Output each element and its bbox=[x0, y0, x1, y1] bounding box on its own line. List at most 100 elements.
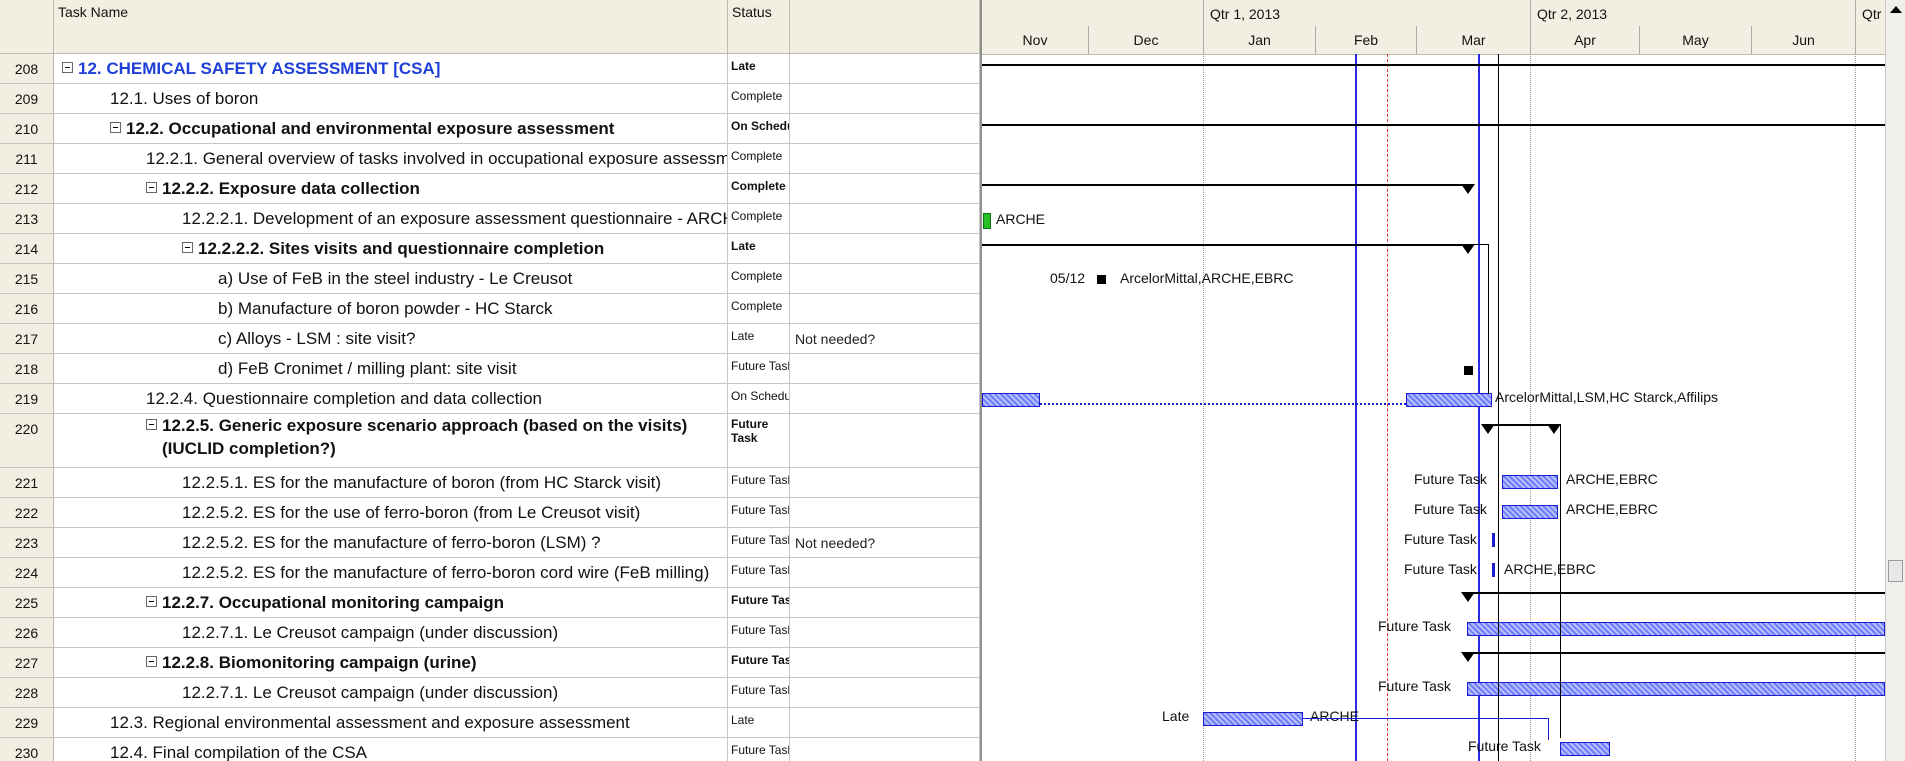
status-cell[interactable]: Late bbox=[728, 324, 790, 354]
task-name-cell[interactable]: 12.2.4. Questionnaire completion and dat… bbox=[54, 384, 728, 414]
summary-bar-214[interactable] bbox=[982, 244, 1466, 246]
status-cell[interactable]: Late bbox=[728, 54, 790, 84]
task-bar-230[interactable] bbox=[1560, 742, 1610, 756]
row-id[interactable]: 227 bbox=[0, 648, 54, 678]
table-row[interactable]: 213 12.2.2.1. Development of an exposure … bbox=[0, 204, 980, 234]
task-name-cell[interactable]: 12.2.1. General overview of tasks involv… bbox=[54, 144, 728, 174]
row-id[interactable]: 209 bbox=[0, 84, 54, 114]
notes-cell[interactable] bbox=[790, 618, 980, 648]
table-row[interactable]: 221 12.2.5.1. ES for the manufacture of b… bbox=[0, 468, 980, 498]
row-id[interactable]: 224 bbox=[0, 558, 54, 588]
status-cell[interactable]: Future Task bbox=[728, 618, 790, 648]
task-name-cell[interactable]: 12.1. Uses of boron bbox=[54, 84, 728, 114]
status-cell[interactable]: Future Task bbox=[728, 738, 790, 761]
notes-cell[interactable] bbox=[790, 588, 980, 618]
task-name-cell[interactable]: 12.2.7.1. Le Creusot campaign (under dis… bbox=[54, 678, 728, 708]
status-cell[interactable]: Complete bbox=[728, 294, 790, 324]
status-cell[interactable]: Late bbox=[728, 234, 790, 264]
task-bar-228[interactable] bbox=[1467, 682, 1885, 696]
row-id[interactable]: 208 bbox=[0, 54, 54, 84]
table-row[interactable]: 210 12.2. Occupational and environmental … bbox=[0, 114, 980, 144]
table-row[interactable]: 212 12.2.2. Exposure data collection Compl… bbox=[0, 174, 980, 204]
row-id[interactable]: 225 bbox=[0, 588, 54, 618]
row-id[interactable]: 229 bbox=[0, 708, 54, 738]
row-id[interactable]: 215 bbox=[0, 264, 54, 294]
task-bar-226[interactable] bbox=[1467, 622, 1885, 636]
table-row[interactable]: 225 12.2.7. Occupational monitoring campa… bbox=[0, 588, 980, 618]
notes-cell[interactable] bbox=[790, 294, 980, 324]
task-name-cell[interactable]: 12.2.5.2. ES for the use of ferro-boron … bbox=[54, 498, 728, 528]
row-id[interactable]: 218 bbox=[0, 354, 54, 384]
task-name-cell[interactable]: 12.2.2. Exposure data collection bbox=[54, 174, 728, 204]
task-name-cell[interactable]: a) Use of FeB in the steel industry - Le… bbox=[54, 264, 728, 294]
milestone-218[interactable] bbox=[1464, 366, 1473, 375]
task-bar-221[interactable] bbox=[1502, 475, 1558, 489]
notes-cell[interactable] bbox=[790, 204, 980, 234]
notes-cell[interactable] bbox=[790, 174, 980, 204]
table-row[interactable]: 228 12.2.7.1. Le Creusot campaign (under … bbox=[0, 678, 980, 708]
table-row[interactable]: 229 12.3. Regional environmental assessme… bbox=[0, 708, 980, 738]
notes-cell[interactable] bbox=[790, 84, 980, 114]
collapse-icon[interactable] bbox=[146, 656, 157, 668]
table-row[interactable]: 226 12.2.7.1. Le Creusot campaign (under … bbox=[0, 618, 980, 648]
collapse-icon[interactable] bbox=[146, 419, 157, 431]
notes-cell[interactable] bbox=[790, 234, 980, 264]
status-cell[interactable]: Future Task bbox=[728, 558, 790, 588]
task-bar-224[interactable] bbox=[1492, 563, 1495, 577]
status-cell[interactable]: Late bbox=[728, 708, 790, 738]
notes-cell[interactable] bbox=[790, 498, 980, 528]
status-cell[interactable]: Future Task bbox=[728, 498, 790, 528]
row-id[interactable]: 217 bbox=[0, 324, 54, 354]
summary-bar-212[interactable] bbox=[982, 184, 1466, 186]
status-cell[interactable]: Future Task bbox=[728, 588, 790, 618]
row-id[interactable]: 226 bbox=[0, 618, 54, 648]
collapse-icon[interactable] bbox=[146, 596, 157, 608]
notes-cell[interactable] bbox=[790, 708, 980, 738]
status-cell[interactable]: Future Task bbox=[728, 678, 790, 708]
collapse-icon[interactable] bbox=[146, 182, 157, 194]
row-id[interactable]: 230 bbox=[0, 738, 54, 761]
task-bar-229[interactable] bbox=[1203, 712, 1303, 726]
status-cell[interactable]: Complete bbox=[728, 264, 790, 294]
task-bar-223[interactable] bbox=[1492, 533, 1495, 547]
task-name-cell[interactable]: 12.4. Final compilation of the CSA bbox=[54, 738, 728, 761]
table-row[interactable]: 218 d) FeB Cronimet / milling plant: site… bbox=[0, 354, 980, 384]
table-row[interactable]: 208 12. CHEMICAL SAFETY ASSESSMENT [CSA] L… bbox=[0, 54, 980, 84]
task-name-header[interactable]: Task Name bbox=[54, 0, 728, 54]
row-id-header[interactable] bbox=[0, 0, 54, 54]
status-cell[interactable]: Future Task bbox=[728, 648, 790, 678]
status-cell[interactable]: Complete bbox=[728, 174, 790, 204]
notes-cell[interactable]: Not needed? bbox=[790, 324, 980, 354]
status-cell[interactable]: Complete bbox=[728, 144, 790, 174]
row-id[interactable]: 223 bbox=[0, 528, 54, 558]
notes-cell[interactable] bbox=[790, 114, 980, 144]
collapse-icon[interactable] bbox=[62, 62, 73, 74]
row-id[interactable]: 210 bbox=[0, 114, 54, 144]
status-cell[interactable]: Future Task bbox=[728, 414, 790, 468]
row-id[interactable]: 219 bbox=[0, 384, 54, 414]
notes-cell[interactable]: Not needed? bbox=[790, 528, 980, 558]
extra-column-header[interactable] bbox=[790, 0, 980, 54]
table-row[interactable]: 230 12.4. Final compilation of the CSA Fut… bbox=[0, 738, 980, 761]
notes-cell[interactable] bbox=[790, 144, 980, 174]
status-header[interactable]: Status bbox=[728, 0, 790, 54]
task-name-cell[interactable]: 12.2.2.1. Development of an exposure ass… bbox=[54, 204, 728, 234]
summary-bar-227[interactable] bbox=[1466, 652, 1885, 654]
task-name-cell[interactable]: 12.2.2.2. Sites visits and questionnaire… bbox=[54, 234, 728, 264]
scroll-up-icon[interactable] bbox=[1890, 6, 1902, 13]
task-name-cell[interactable]: 12.2.5.1. ES for the manufacture of boro… bbox=[54, 468, 728, 498]
notes-cell[interactable] bbox=[790, 468, 980, 498]
notes-cell[interactable] bbox=[790, 678, 980, 708]
notes-cell[interactable] bbox=[790, 54, 980, 84]
status-cell[interactable]: Complete bbox=[728, 84, 790, 114]
row-id[interactable]: 228 bbox=[0, 678, 54, 708]
notes-cell[interactable] bbox=[790, 738, 980, 761]
row-id[interactable]: 220 bbox=[0, 414, 54, 468]
row-id[interactable]: 222 bbox=[0, 498, 54, 528]
collapse-icon[interactable] bbox=[110, 122, 121, 134]
table-row[interactable]: 223 12.2.5.2. ES for the manufacture of f… bbox=[0, 528, 980, 558]
task-bar-219-b[interactable] bbox=[1406, 393, 1492, 407]
status-cell[interactable]: Future Task bbox=[728, 528, 790, 558]
summary-bar-208[interactable] bbox=[982, 64, 1885, 66]
row-id[interactable]: 211 bbox=[0, 144, 54, 174]
